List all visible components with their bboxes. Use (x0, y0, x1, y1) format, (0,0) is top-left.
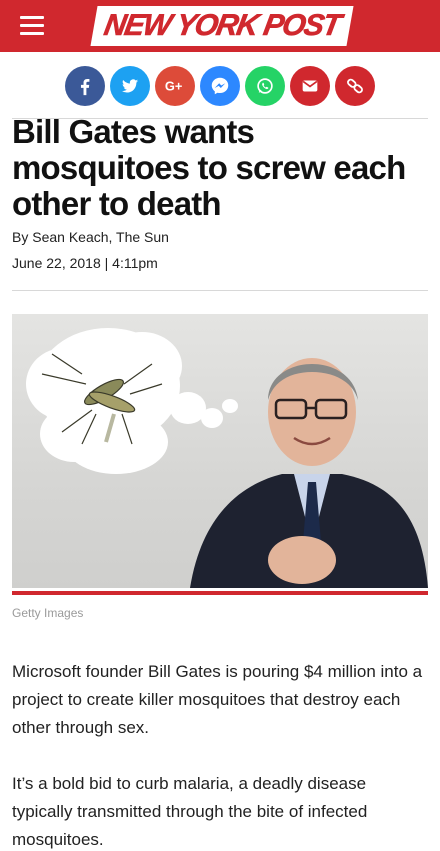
facebook-share-button[interactable] (65, 66, 105, 106)
messenger-icon (211, 77, 229, 95)
google-plus-share-button[interactable]: G+ (155, 66, 195, 106)
logo-text: NEW YORK POST (101, 9, 343, 43)
person-figure (190, 358, 428, 588)
meta-divider (12, 290, 428, 291)
photo-caption: Getty Images (12, 606, 84, 620)
svg-text:G+: G+ (165, 79, 182, 94)
link-icon (347, 78, 363, 94)
whatsapp-share-button[interactable] (245, 66, 285, 106)
menu-icon[interactable] (20, 16, 44, 36)
copy-link-button[interactable] (335, 66, 375, 106)
top-navigation-bar: NEW YORK POST (0, 0, 440, 52)
thought-bubble (26, 328, 238, 474)
share-bar: G+ (0, 66, 440, 108)
photo-divider (12, 591, 428, 595)
messenger-share-button[interactable] (200, 66, 240, 106)
site-logo[interactable]: NEW YORK POST (90, 6, 354, 46)
article-paragraph: It’s a bold bid to curb malaria, a deadl… (12, 774, 368, 849)
facebook-icon (80, 78, 90, 96)
article-date: June 22, 2018 | 4:11pm (12, 255, 158, 271)
article-byline[interactable]: By Sean Keach, The Sun (12, 229, 169, 245)
whatsapp-icon (257, 78, 273, 94)
article-paragraph: Microsoft founder Bill Gates is pouring … (12, 662, 423, 737)
google-plus-icon: G+ (165, 79, 182, 94)
twitter-share-button[interactable] (110, 66, 150, 106)
twitter-icon (121, 79, 139, 93)
email-icon (302, 80, 318, 92)
article-headline: Bill Gates wants mosquitoes to screw eac… (12, 113, 406, 222)
photo-illustration (26, 328, 428, 588)
article-photo[interactable] (12, 314, 428, 588)
email-share-button[interactable] (290, 66, 330, 106)
